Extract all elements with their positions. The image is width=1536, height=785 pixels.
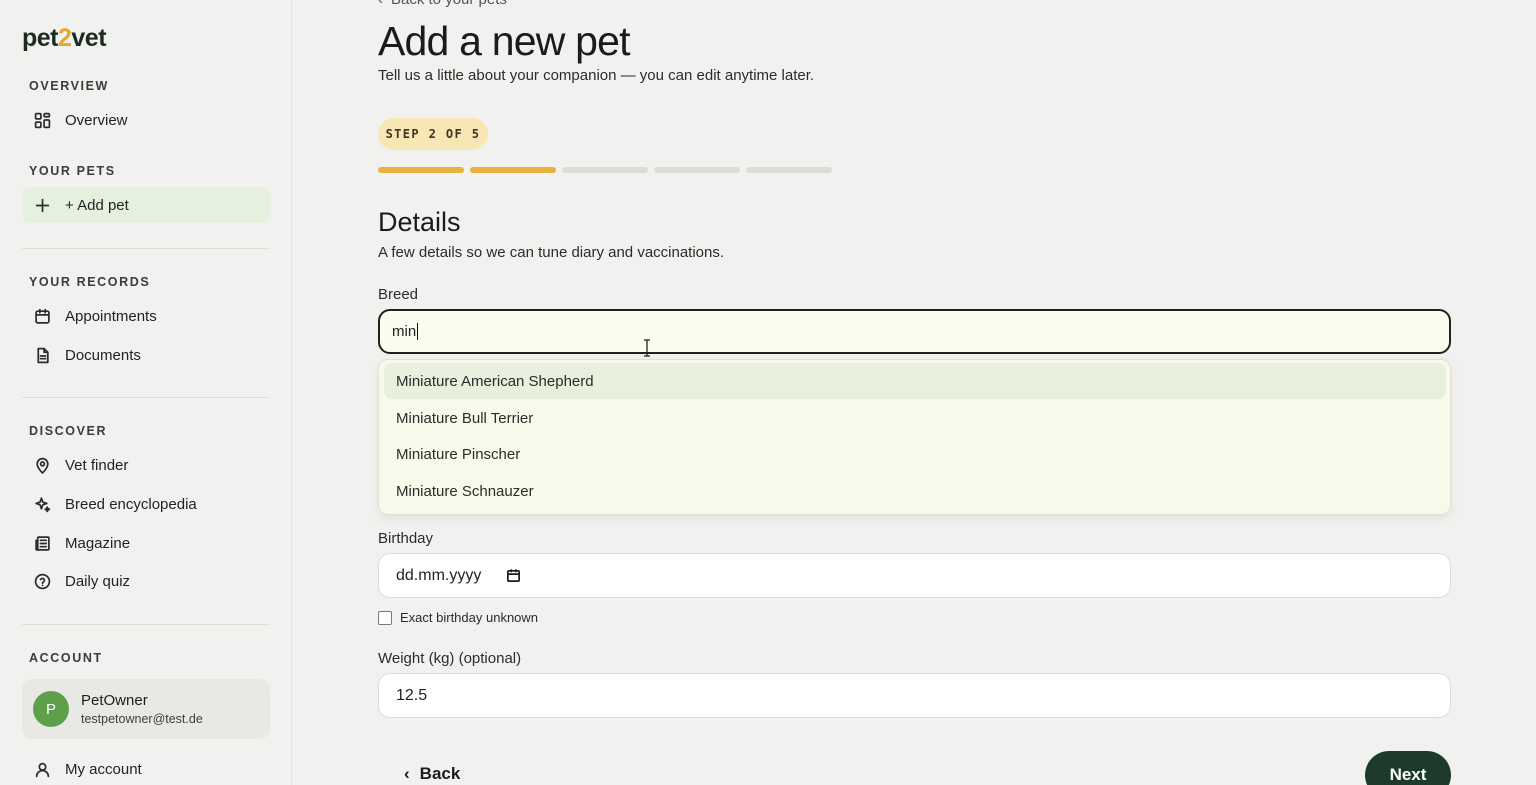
birthday-label: Birthday [378,530,434,547]
progress-segment [378,167,464,173]
sidebar-item-appointments[interactable]: Appointments [22,298,270,334]
newspaper-icon [34,535,51,552]
sidebar-divider [22,397,270,398]
sidebar-item-label: Breed encyclopedia [65,495,197,513]
page-subtitle: Tell us a little about your companion — … [378,67,815,84]
breed-option[interactable]: Miniature Schnauzer [384,473,1446,509]
step-progress [378,167,832,173]
weight-input[interactable]: 12.5 [378,673,1451,718]
breed-input-value: min [392,323,417,340]
back-to-pets-link[interactable]: ‹ Back to your pets [378,0,507,8]
breed-input[interactable]: min [378,309,1451,354]
account-email: testpetowner@test.de [81,712,203,726]
sidebar-item-label: Vet finder [65,456,129,474]
account-card[interactable]: P PetOwner testpetowner@test.de [22,679,270,739]
sidebar-item-label: + Add pet [65,196,129,214]
text-cursor-icon [644,339,650,357]
sidebar-item-documents[interactable]: Documents [22,337,270,373]
step-badge: STEP 2 OF 5 [378,118,488,150]
sidebar-item-add-pet[interactable]: + Add pet [22,187,270,223]
map-pin-icon [34,457,51,474]
next-button[interactable]: Next [1365,751,1451,785]
section-subtitle: A few details so we can tune diary and v… [378,244,725,261]
chevron-left-icon: ‹ [378,0,383,8]
progress-segment [654,167,740,173]
sparkle-icon [34,496,51,513]
sidebar-item-breed-encyclopedia[interactable]: Breed encyclopedia [22,486,270,522]
account-name: PetOwner [81,692,148,709]
sidebar-item-overview[interactable]: Overview [22,102,270,138]
sidebar-item-label: Documents [65,346,141,364]
sidebar-item-vet-finder[interactable]: Vet finder [22,447,270,483]
progress-segment [562,167,648,173]
sidebar-item-label: Appointments [65,307,157,325]
section-label-account: ACCOUNT [29,651,103,665]
sidebar-divider [22,248,270,249]
breed-suggestions: Miniature American Shepherd Miniature Bu… [378,359,1451,515]
sidebar: pet2vet OVERVIEW Overview YOUR PETS + Ad… [0,0,292,785]
sidebar-divider [22,624,270,625]
calendar-icon[interactable] [506,568,521,583]
birthday-unknown-label: Exact birthday unknown [400,610,539,625]
sidebar-item-magazine[interactable]: Magazine [22,525,270,561]
page-title: Add a new pet [378,18,631,64]
progress-segment [746,167,832,173]
breed-option[interactable]: Miniature Pinscher [384,436,1446,472]
section-label-overview: OVERVIEW [29,79,109,93]
sidebar-item-label: Magazine [65,534,131,552]
birthday-input[interactable]: dd.mm.yyyy [378,553,1451,598]
sidebar-item-my-account[interactable]: My account [22,751,270,785]
section-label-pets: YOUR PETS [29,164,116,178]
birthday-unknown-checkbox[interactable] [378,610,392,625]
weight-label: Weight (kg) (optional) [378,650,522,667]
breed-option[interactable]: Miniature American Shepherd [384,363,1446,399]
birthday-placeholder: dd.mm.yyyy [396,566,482,584]
section-label-discover: DISCOVER [29,424,108,438]
grid-icon [34,112,51,129]
app-logo[interactable]: pet2vet [22,24,107,53]
text-caret [417,323,419,340]
section-title: Details [378,207,461,237]
user-icon [34,761,51,778]
avatar: P [33,691,69,727]
plus-icon [34,197,51,214]
sidebar-item-daily-quiz[interactable]: Daily quiz [22,563,270,599]
document-icon [34,347,51,364]
sidebar-item-label: My account [65,760,142,778]
chevron-left-icon: ‹ [404,764,410,783]
help-circle-icon [34,573,51,590]
calendar-icon [34,308,51,325]
section-label-records: YOUR RECORDS [29,275,151,289]
sidebar-item-label: Overview [65,111,128,129]
back-button[interactable]: ‹ Back [398,757,488,785]
breed-option[interactable]: Miniature Bull Terrier [384,400,1446,436]
breed-label: Breed [378,286,419,303]
birthday-unknown-row[interactable]: Exact birthday unknown [378,610,538,625]
progress-segment [470,167,556,173]
weight-value: 12.5 [396,686,428,704]
sidebar-item-label: Daily quiz [65,572,131,590]
